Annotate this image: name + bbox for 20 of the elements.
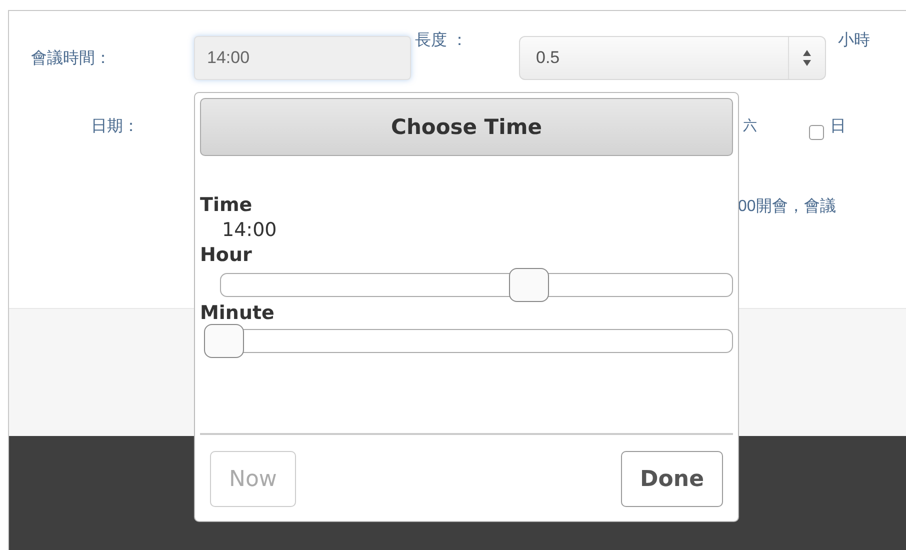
- field-label: 長度 ：: [415, 30, 468, 51]
- slider[interactable]: [204, 324, 733, 358]
- slider[interactable]: [220, 268, 733, 302]
- field-label: 會議時間：: [31, 48, 111, 68]
- time-input[interactable]: 14:00: [194, 36, 411, 80]
- done-button[interactable]: Done: [621, 451, 723, 507]
- slider-label: Minute: [200, 302, 274, 324]
- slider-thumb[interactable]: [508, 268, 549, 302]
- picker-title-button[interactable]: Choose Time: [200, 98, 733, 156]
- slider-label: Hour: [200, 244, 252, 266]
- time-value: 14:00: [222, 218, 277, 243]
- checkbox[interactable]: [809, 124, 824, 140]
- time-label: Time: [200, 194, 252, 216]
- slider-thumb[interactable]: [204, 324, 244, 358]
- weekday-label: 日: [830, 116, 846, 136]
- length-select[interactable]: 0.5: [519, 36, 826, 80]
- unit-label: 小時: [838, 30, 870, 51]
- weekday-label: 六: [743, 117, 757, 135]
- note-text: 00開會，會議: [738, 196, 836, 216]
- field-label: 日期：: [91, 116, 139, 136]
